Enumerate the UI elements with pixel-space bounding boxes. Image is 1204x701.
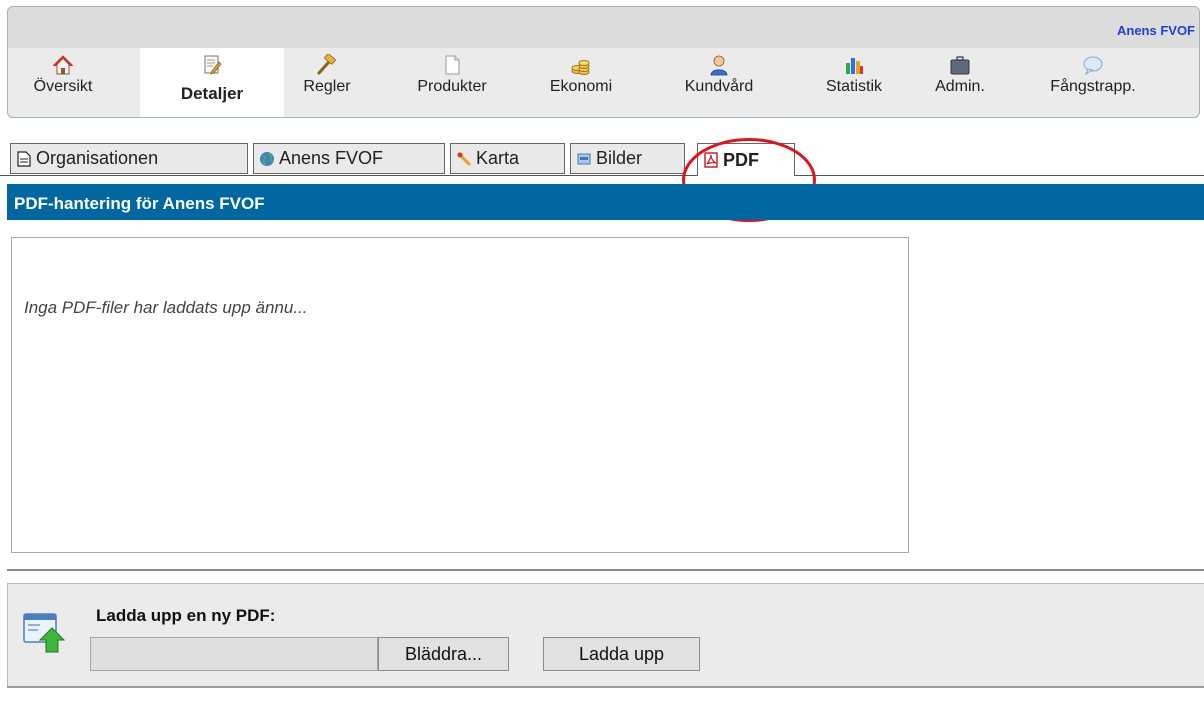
tab-baseline	[795, 175, 1204, 176]
section-title: PDF-hantering för Anens FVOF	[14, 194, 265, 213]
pdf-icon	[704, 152, 718, 168]
tab-label: Bilder	[596, 148, 643, 168]
speech-bubble-icon	[1083, 56, 1103, 76]
globe-icon	[260, 151, 274, 166]
section-title-bar: PDF-hantering för Anens FVOF	[7, 184, 1204, 220]
upload-label: Ladda upp en ny PDF:	[96, 606, 276, 625]
browse-button[interactable]: Bläddra...	[378, 637, 509, 671]
nav-item-produkter[interactable]: Produkter	[400, 48, 504, 111]
nav-item-detaljer[interactable]: Detaljer	[140, 48, 284, 117]
nav-label: Fångstrapp.	[1050, 78, 1136, 95]
home-icon	[52, 55, 74, 75]
document-icon	[17, 150, 31, 167]
nav-item-fangstrapp[interactable]: Fångstrapp.	[1038, 48, 1148, 111]
nav-item-regler[interactable]: Regler	[292, 48, 362, 111]
nav-label: Översikt	[33, 78, 93, 95]
upload-button[interactable]: Ladda upp	[543, 637, 700, 671]
tab-label: Anens FVOF	[279, 148, 384, 168]
briefcase-icon	[950, 56, 970, 75]
upload-icon	[23, 613, 66, 653]
empty-message: Inga PDF-filer har laddats upp ännu...	[24, 298, 308, 317]
nav-item-oversikt[interactable]: Översikt	[22, 48, 104, 111]
top-strip	[8, 7, 1199, 48]
file-path-field[interactable]	[90, 637, 378, 671]
nav-label: Regler	[303, 78, 351, 95]
tab-organisationen[interactable]: Organisationen	[10, 143, 248, 174]
document-icon	[445, 55, 460, 75]
organization-name[interactable]: Anens FVOF	[1117, 23, 1195, 38]
tab-karta[interactable]: Karta	[450, 143, 565, 174]
nav-item-admin[interactable]: Admin.	[928, 48, 992, 111]
tab-anens-fvof[interactable]: Anens FVOF	[253, 143, 445, 174]
gavel-icon	[317, 54, 336, 75]
divider	[7, 569, 1204, 571]
tab-pdf[interactable]: PDF	[697, 143, 795, 176]
tab-baseline	[0, 175, 700, 176]
nav-label: Produkter	[417, 78, 487, 95]
nav-label: Ekonomi	[549, 78, 613, 95]
coins-icon	[571, 60, 590, 75]
nav-label: Detaljer	[180, 84, 244, 103]
top-navigation: Anens FVOF Översikt Detaljer Regler Prod…	[7, 6, 1200, 118]
pdf-list: Inga PDF-filer har laddats upp ännu...	[11, 237, 909, 553]
tab-label: Organisationen	[36, 148, 159, 168]
upload-bottom-border	[7, 686, 1204, 688]
bar-chart-icon	[846, 58, 863, 74]
map-pin-icon	[457, 152, 471, 165]
user-icon	[710, 55, 728, 76]
nav-item-ekonomi[interactable]: Ekonomi	[539, 48, 623, 111]
nav-item-statistik[interactable]: Statistik	[814, 48, 894, 111]
upload-panel: Ladda upp en ny PDF: Bläddra... Ladda up…	[7, 583, 1204, 687]
tab-label: Karta	[476, 148, 520, 168]
main-nav: Översikt Detaljer Regler Produkter Ekono…	[8, 48, 1199, 117]
notepad-pencil-icon	[204, 55, 222, 75]
tab-label: PDF	[723, 149, 759, 170]
nav-item-kundvard[interactable]: Kundvård	[673, 48, 765, 111]
nav-label: Admin.	[935, 78, 985, 95]
image-icon	[577, 153, 591, 164]
nav-label: Kundvård	[684, 78, 754, 95]
tab-bilder[interactable]: Bilder	[570, 143, 685, 174]
nav-label: Statistik	[825, 78, 882, 95]
